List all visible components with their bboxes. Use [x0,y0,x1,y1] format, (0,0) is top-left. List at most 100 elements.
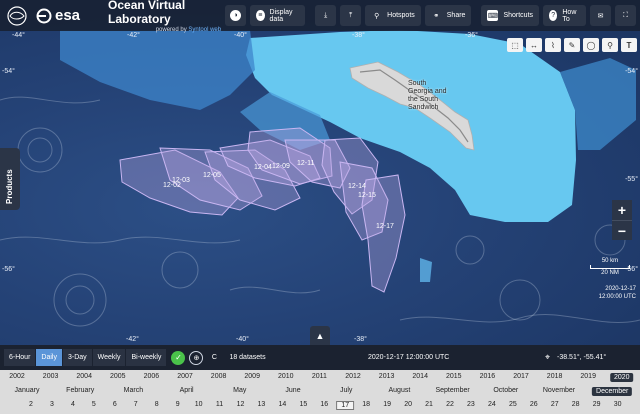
timeline-day[interactable]: 4 [71,401,75,408]
timeline-day[interactable]: 17 [336,401,355,410]
timeline-year[interactable]: 2010 [278,373,294,380]
timeline-month[interactable]: May [233,387,246,394]
timeline-day[interactable]: 21 [425,401,433,408]
timeline-year[interactable]: 2017 [513,373,529,380]
timeline-month[interactable]: December [592,387,633,396]
mail-icon: ✉ [597,12,604,20]
timeline-month[interactable]: July [340,387,352,394]
timeline-month[interactable]: March [124,387,143,394]
hotspots-button[interactable]: ⚲ Hotspots [365,5,421,26]
timeline-day[interactable]: 16 [320,401,328,408]
track-label: 12-15 [358,192,376,199]
timeline-month[interactable]: February [66,387,94,394]
timeline: 2002 2003 2004 2005 2006 2007 2008 2009 2010 2011… [0,370,640,414]
map-time-date: 2020-12-17 [605,286,636,292]
timeline-day[interactable]: 11 [216,401,223,408]
step-bi-weekly[interactable]: Bi-weekly [126,349,168,366]
timeline-day[interactable]: 12 [237,401,245,408]
rectangle-select-icon[interactable]: ⬚ [507,38,523,52]
upload-button[interactable]: ⤒ [340,5,362,26]
timeline-day[interactable]: 3 [50,401,54,408]
step-6-hour[interactable]: 6-Hour [4,349,37,366]
timeline-year[interactable]: 2007 [177,373,193,380]
timeline-day[interactable]: 28 [572,401,580,408]
timeline-year[interactable]: 2012 [345,373,361,380]
timeline-day[interactable]: 29 [593,401,601,408]
powered-brand[interactable]: Syntool web [188,27,221,33]
timeline-year[interactable]: 2004 [76,373,92,380]
app-title-block: Ocean Virtual Laboratory powered by Synt… [108,0,221,33]
contact-button[interactable]: ✉ [590,5,611,26]
timeline-day[interactable]: 22 [446,401,454,408]
timeline-year[interactable]: 2009 [244,373,260,380]
step-weekly[interactable]: Weekly [92,349,127,366]
timeline-month[interactable]: October [493,387,518,394]
expand-panel-button[interactable]: ▲ [310,326,330,345]
timeline-year[interactable]: 2019 [580,373,596,380]
timeline-day[interactable]: 18 [362,401,370,408]
timeline-year[interactable]: 2016 [480,373,496,380]
timeline-month[interactable]: September [435,387,469,394]
timeline-day[interactable]: 7 [134,401,138,408]
timeline-years: 2002 2003 2004 2005 2006 2007 2008 2009 2010 2011… [0,373,640,385]
polyline-icon[interactable]: ⌇ [545,38,561,52]
timeline-month[interactable]: August [388,387,410,394]
fullscreen-button[interactable]: ⛶ [615,5,636,26]
timeline-day[interactable]: 5 [92,401,96,408]
timeline-year[interactable]: 2015 [446,373,462,380]
timeline-day[interactable]: 23 [467,401,475,408]
timeline-day[interactable]: 24 [488,401,496,408]
shortcuts-button[interactable]: ⌨ Shortcuts [481,5,540,26]
fullscreen-icon: ⛶ [623,11,628,19]
island-label-line: South [408,80,427,87]
timeline-day[interactable]: 6 [113,401,117,408]
timeline-day[interactable]: 26 [530,401,538,408]
refresh-icon[interactable]: C [207,351,221,365]
timeline-year[interactable]: 2006 [144,373,160,380]
timeline-day[interactable]: 30 [614,401,622,408]
zoom-in-button[interactable]: + [612,200,632,220]
timeline-day[interactable]: 15 [299,401,307,408]
how-to-button[interactable]: ? How To [543,5,586,26]
timeline-day[interactable]: 19 [383,401,391,408]
arrow-icon[interactable]: ↔ [526,38,542,52]
timeline-year[interactable]: 2003 [43,373,59,380]
timeline-year[interactable]: 2011 [312,373,327,380]
timeline-day[interactable]: 20 [404,401,412,408]
link-icon: ⚭ [433,12,440,20]
timeline-year[interactable]: 2005 [110,373,126,380]
timeline-year[interactable]: 2018 [547,373,563,380]
pin-icon[interactable]: ⚲ [602,38,618,52]
circle-icon[interactable]: ◯ [583,38,599,52]
share-button[interactable]: ⚭ Share [424,5,472,26]
draw-icon[interactable]: ✎ [564,38,580,52]
timeline-day[interactable]: 27 [551,401,559,408]
timeline-year[interactable]: 2013 [379,373,395,380]
timeline-year[interactable]: 2002 [9,373,25,380]
timeline-year[interactable]: 2008 [211,373,227,380]
palette-button[interactable]: ◑ [225,5,247,26]
timeline-month[interactable]: November [543,387,575,394]
download-button[interactable]: ⤓ [315,5,337,26]
text-icon[interactable]: T [621,38,637,52]
products-tab[interactable]: Products [0,148,20,210]
check-icon[interactable]: ✓ [171,350,186,365]
timeline-year[interactable]: 2020 [610,373,634,382]
timeline-month[interactable]: January [15,387,40,394]
timeline-day[interactable]: 13 [258,401,266,408]
timeline-day[interactable]: 14 [278,401,286,408]
step-3-day[interactable]: 3-Day [62,349,93,366]
timeline-day[interactable]: 10 [195,401,203,408]
timeline-year[interactable]: 2014 [412,373,428,380]
timeline-day[interactable]: 9 [176,401,180,408]
zoom-to-data-icon[interactable]: ⊕ [189,350,204,365]
timeline-month[interactable]: June [285,387,300,394]
timeline-day[interactable]: 2 [29,401,33,408]
download-icon: ⤓ [324,11,328,19]
zoom-out-button[interactable]: − [612,220,632,240]
timeline-day[interactable]: 8 [155,401,159,408]
timeline-month[interactable]: April [180,387,194,394]
display-data-button[interactable]: ≡ Display data [250,5,306,26]
step-daily[interactable]: Daily [36,349,63,366]
timeline-day[interactable]: 25 [509,401,517,408]
